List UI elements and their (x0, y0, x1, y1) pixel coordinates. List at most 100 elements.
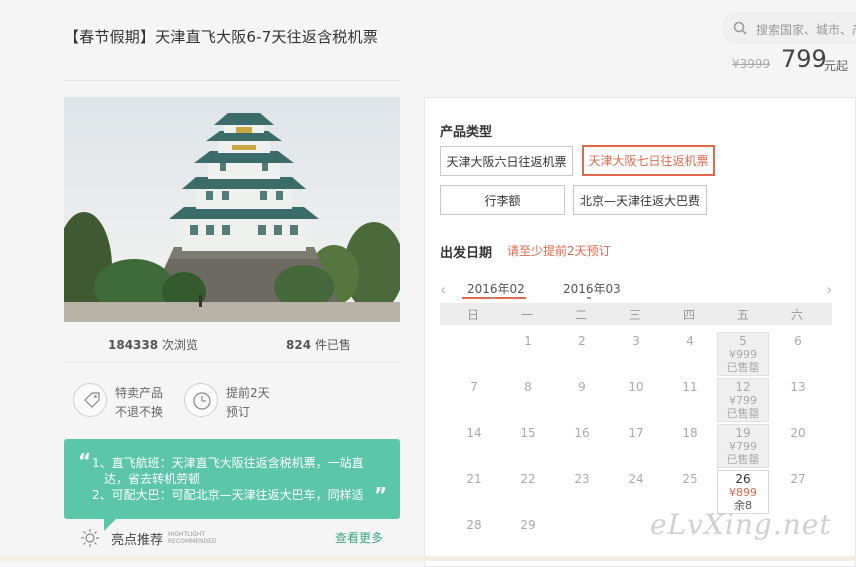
calendar-day: 1 (524, 334, 532, 348)
sold-stat: 824 件已售 (286, 336, 351, 353)
calendar-day: 16 (574, 426, 590, 440)
page: 【春节假期】天津直飞大阪6-7天往返含税机票 搜索国家、城市、产 ¥3999 7… (0, 0, 856, 567)
calendar-day: 9 (578, 380, 586, 394)
price-unit: 元起 (824, 59, 849, 73)
calendar-day: 17 (628, 426, 644, 440)
weekday-header: 日 一 二 三 四 五 六 (440, 303, 832, 325)
calendar-day: 10 (628, 380, 644, 394)
calendar-day: 29 (520, 518, 536, 532)
calendar-day: 3 (632, 334, 640, 348)
weekday-fri: 五 (736, 308, 749, 322)
calendar-day: 4 (686, 334, 694, 348)
close-quote-icon: ” (374, 483, 388, 507)
calendar-day: 28 (466, 518, 482, 532)
calendar-day-status: 已售罄 (726, 361, 760, 374)
weekday-mon: 一 (520, 308, 533, 322)
calendar-day: 20 (790, 426, 806, 440)
month-marker (491, 297, 495, 299)
calendar-day-price: ¥799 (729, 440, 757, 453)
calendar-day-number: 12 (735, 380, 751, 394)
weekday-thu: 四 (682, 308, 695, 322)
option-baggage[interactable]: 行李额 (440, 185, 565, 215)
weekday-sat: 六 (790, 308, 803, 322)
highlight-en-line1: HIGHTLIGHT (168, 531, 206, 538)
calendar-day-number: 5 (739, 334, 747, 348)
open-quote-icon: “ (78, 449, 92, 473)
weekday-tue: 二 (574, 308, 587, 322)
calendar-day-number: 26 (735, 472, 751, 486)
calendar-day-number: 19 (735, 426, 751, 440)
search-input[interactable]: 搜索国家、城市、产 (722, 12, 856, 44)
calendar-day-status: 已售罄 (726, 407, 760, 420)
feature-line1: 特卖产品 (115, 386, 164, 400)
calendar-day: 14 (466, 426, 482, 440)
calendar-day-available[interactable]: 5 ¥999 已售罄 (717, 332, 769, 376)
weekday-sun: 日 (466, 308, 479, 322)
calendar-day: 7 (470, 380, 478, 394)
calendar-day: 8 (524, 380, 532, 394)
search-icon (733, 21, 747, 35)
highlight-label-en: HIGHTLIGHT RECOMMENDED (168, 531, 217, 545)
calendar-day: 27 (790, 472, 806, 486)
option-6day-ticket[interactable]: 天津大阪六日往返机票 (440, 146, 573, 176)
product-photo (64, 97, 400, 322)
feature-advance-booking: 提前2天 预订 (184, 382, 294, 422)
views-stat: 184338 次浏览 (108, 336, 198, 353)
osaka-castle-image (64, 97, 400, 322)
sold-label: 件已售 (314, 338, 351, 352)
calendar-day: 23 (574, 472, 590, 486)
feature-line2: 预订 (226, 405, 251, 419)
product-type-label: 产品类型 (440, 125, 493, 140)
highlight-en-line2: RECOMMENDED (168, 538, 217, 545)
views-count: 184338 (108, 338, 159, 352)
month-marker (587, 297, 591, 299)
calendar-day-price: ¥999 (729, 348, 757, 361)
divider (64, 80, 400, 81)
original-price: ¥3999 (732, 57, 771, 71)
current-price: 799 (781, 45, 827, 73)
booking-note: 请至少提前2天预订 (507, 244, 611, 258)
views-label: 次浏览 (161, 338, 198, 352)
calendar-day: 18 (682, 426, 698, 440)
calendar-day: 22 (520, 472, 536, 486)
calendar-day: 25 (682, 472, 698, 486)
prev-month-icon[interactable]: ‹ (440, 280, 446, 299)
weekday-wed: 三 (628, 308, 641, 322)
highlight-box: “ 1、直飞航班：天津直飞大阪往返含税机票，一站直 达，省去转机劳顿 2、可配大… (64, 439, 400, 519)
calendar-day-available[interactable]: 19 ¥799 已售罄 (717, 424, 769, 468)
calendar-day-status: 已售罄 (726, 453, 760, 466)
watermark: eLvXing.net (650, 508, 832, 541)
highlight-line: 2、可配大巴：可配北京—天津往返大巴车，同样适 (92, 488, 364, 502)
option-bus-fee[interactable]: 北京—天津往返大巴费 (573, 185, 707, 215)
feature-line2: 不退不换 (115, 405, 164, 419)
calendar-day-price: ¥799 (729, 394, 757, 407)
calendar-day-available[interactable]: 12 ¥799 已售罄 (717, 378, 769, 422)
departure-date-label: 出发日期 (440, 246, 493, 261)
highlight-line: 1、直飞航班：天津直飞大阪往返含税机票，一站直 (92, 456, 364, 470)
month-tab-mar[interactable]: 2016年03 (563, 280, 621, 297)
next-month-icon[interactable]: › (826, 280, 832, 299)
calendar-day: 6 (794, 334, 802, 348)
search-placeholder: 搜索国家、城市、产 (756, 23, 856, 37)
calendar-day: 24 (628, 472, 644, 486)
calendar-day: 15 (520, 426, 536, 440)
calendar-day-price: ¥899 (729, 486, 757, 499)
sun-icon (81, 529, 99, 547)
feature-line1: 提前2天 (226, 386, 270, 400)
clock-icon (184, 383, 218, 417)
sold-count: 824 (286, 338, 312, 352)
calendar-day: 11 (682, 380, 698, 394)
feature-special-sale: 特卖产品 不退不换 (73, 382, 183, 422)
month-tab-feb[interactable]: 2016年02 (467, 280, 525, 297)
calendar-day: 13 (790, 380, 806, 394)
calendar-day: 2 (578, 334, 586, 348)
bottom-strip (0, 556, 856, 561)
option-7day-ticket[interactable]: 天津大阪七日往返机票 (582, 145, 715, 176)
calendar-day: 21 (466, 472, 482, 486)
see-more-link[interactable]: 查看更多 (335, 529, 383, 546)
highlight-line: 达，省去转机劳顿 (104, 472, 201, 486)
divider (64, 362, 400, 363)
highlight-label: 亮点推荐 (111, 533, 164, 548)
page-title: 【春节假期】天津直飞大阪6-7天往返含税机票 (64, 28, 378, 46)
tag-icon (73, 383, 107, 417)
